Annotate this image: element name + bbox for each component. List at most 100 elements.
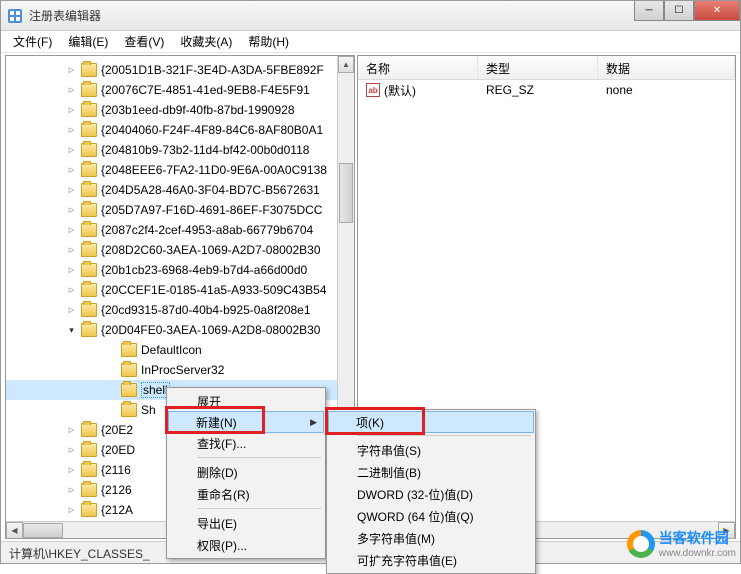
- tree-item[interactable]: DefaultIcon: [6, 340, 354, 360]
- ctx-new-binary[interactable]: 二进制值(B): [329, 461, 533, 483]
- list-header: 名称 类型 数据: [358, 56, 735, 80]
- tree-item[interactable]: InProcServer32: [6, 360, 354, 380]
- window-title: 注册表编辑器: [29, 7, 734, 24]
- list-row[interactable]: ab(默认)REG_SZnone: [358, 80, 735, 100]
- expand-closed-icon[interactable]: [66, 145, 77, 156]
- ctx-new-multistring[interactable]: 多字符串值(M): [329, 527, 533, 549]
- tree-item[interactable]: {20D04FE0-3AEA-1069-A2D8-08002B30: [6, 320, 354, 340]
- menu-favorites[interactable]: 收藏夹(A): [172, 31, 240, 52]
- ctx-export[interactable]: 导出(E): [169, 512, 323, 534]
- tree-label: DefaultIcon: [141, 343, 202, 357]
- hscroll-thumb[interactable]: [23, 523, 63, 538]
- folder-icon: [121, 383, 137, 397]
- tree-item[interactable]: {20404060-F24F-4F89-84C6-8AF80B0A1: [6, 120, 354, 140]
- scroll-up-icon[interactable]: ▲: [338, 56, 354, 73]
- folder-icon: [81, 83, 97, 97]
- tree-item[interactable]: {20b1cb23-6968-4eb9-b7d4-a66d00d0: [6, 260, 354, 280]
- ctx-delete[interactable]: 删除(D): [169, 461, 323, 483]
- expand-closed-icon[interactable]: [66, 425, 77, 436]
- expand-open-icon[interactable]: [66, 325, 77, 336]
- tree-label: {2116: [101, 463, 131, 477]
- folder-icon: [81, 323, 97, 337]
- tree-label: InProcServer32: [141, 363, 224, 377]
- expand-closed-icon[interactable]: [66, 485, 77, 496]
- expand-closed-icon[interactable]: [66, 245, 77, 256]
- ctx-expand[interactable]: 展开: [169, 390, 323, 412]
- folder-icon: [81, 283, 97, 297]
- folder-icon: [81, 243, 97, 257]
- watermark-logo-icon: [627, 530, 655, 558]
- tree-item[interactable]: {2087c2f4-2cef-4953-a8ab-66779b6704: [6, 220, 354, 240]
- ctx-new[interactable]: 新建(N)▶: [168, 411, 324, 433]
- expand-closed-icon[interactable]: [66, 165, 77, 176]
- folder-icon: [81, 483, 97, 497]
- ctx-rename[interactable]: 重命名(R): [169, 483, 323, 505]
- context-menu: 展开 新建(N)▶ 查找(F)... 删除(D) 重命名(R) 导出(E) 权限…: [166, 387, 326, 559]
- ctx-new-expandstring[interactable]: 可扩充字符串值(E): [329, 549, 533, 571]
- close-button[interactable]: ✕: [694, 1, 740, 21]
- ctx-new-key[interactable]: 项(K): [328, 411, 534, 433]
- tree-item[interactable]: {20051D1B-321F-3E4D-A3DA-5FBE892F: [6, 60, 354, 80]
- col-data[interactable]: 数据: [598, 56, 735, 79]
- expand-closed-icon[interactable]: [66, 285, 77, 296]
- watermark: 当客软件园 www.downkr.com: [627, 528, 736, 559]
- value-name: (默认): [384, 82, 416, 99]
- menu-view[interactable]: 查看(V): [116, 31, 172, 52]
- folder-icon: [81, 223, 97, 237]
- tree-label: {2087c2f4-2cef-4953-a8ab-66779b6704: [101, 223, 313, 237]
- expand-closed-icon[interactable]: [66, 125, 77, 136]
- folder-icon: [81, 103, 97, 117]
- expand-closed-icon[interactable]: [66, 185, 77, 196]
- expand-closed-icon[interactable]: [66, 85, 77, 96]
- expand-closed-icon[interactable]: [66, 445, 77, 456]
- tree-label: {20404060-F24F-4F89-84C6-8AF80B0A1: [101, 123, 323, 137]
- expand-closed-icon[interactable]: [66, 225, 77, 236]
- vscroll-thumb[interactable]: [339, 163, 353, 223]
- tree-item[interactable]: {204810b9-73b2-11d4-bf42-00b0d0118: [6, 140, 354, 160]
- tree-label: {20051D1B-321F-3E4D-A3DA-5FBE892F: [101, 63, 324, 77]
- expand-closed-icon[interactable]: [66, 305, 77, 316]
- titlebar: 注册表编辑器 ─ ☐ ✕: [1, 1, 740, 31]
- ctx-find[interactable]: 查找(F)...: [169, 432, 323, 454]
- folder-icon: [81, 203, 97, 217]
- col-type[interactable]: 类型: [478, 56, 598, 79]
- ctx-new-qword[interactable]: QWORD (64 位)值(Q): [329, 505, 533, 527]
- menu-file[interactable]: 文件(F): [5, 31, 60, 52]
- tree-item[interactable]: {20cd9315-87d0-40b4-b925-0a8f208e1: [6, 300, 354, 320]
- maximize-button[interactable]: ☐: [664, 1, 694, 21]
- folder-icon: [81, 163, 97, 177]
- tree-label: {205D7A97-F16D-4691-86EF-F3075DCC: [101, 203, 322, 217]
- col-name[interactable]: 名称: [358, 56, 478, 79]
- scroll-left-icon[interactable]: ◀: [6, 522, 23, 539]
- folder-icon: [81, 443, 97, 457]
- minimize-button[interactable]: ─: [634, 1, 664, 21]
- separator: [357, 435, 531, 436]
- tree-item[interactable]: {203b1eed-db9f-40fb-87bd-1990928: [6, 100, 354, 120]
- expand-closed-icon[interactable]: [66, 465, 77, 476]
- tree-item[interactable]: {2048EEE6-7FA2-11D0-9E6A-00A0C9138: [6, 160, 354, 180]
- tree-item[interactable]: {20076C7E-4851-41ed-9EB8-F4E5F91: [6, 80, 354, 100]
- expand-closed-icon[interactable]: [66, 105, 77, 116]
- expand-closed-icon[interactable]: [66, 65, 77, 76]
- menu-edit[interactable]: 编辑(E): [60, 31, 116, 52]
- expand-closed-icon[interactable]: [66, 505, 77, 516]
- tree-item[interactable]: {20CCEF1E-0185-41a5-A933-509C43B54: [6, 280, 354, 300]
- folder-icon: [81, 63, 97, 77]
- ctx-new-string[interactable]: 字符串值(S): [329, 439, 533, 461]
- tree-label: {20076C7E-4851-41ed-9EB8-F4E5F91: [101, 83, 310, 97]
- ctx-new-dword[interactable]: DWORD (32-位)值(D): [329, 483, 533, 505]
- tree-item[interactable]: {204D5A28-46A0-3F04-BD7C-B5672631: [6, 180, 354, 200]
- folder-icon: [81, 423, 97, 437]
- folder-icon: [81, 123, 97, 137]
- folder-icon: [121, 363, 137, 377]
- expand-closed-icon[interactable]: [66, 205, 77, 216]
- folder-icon: [81, 143, 97, 157]
- tree-label: {204810b9-73b2-11d4-bf42-00b0d0118: [101, 143, 309, 157]
- tree-item[interactable]: {208D2C60-3AEA-1069-A2D7-08002B30: [6, 240, 354, 260]
- folder-icon: [81, 503, 97, 517]
- tree-item[interactable]: {205D7A97-F16D-4691-86EF-F3075DCC: [6, 200, 354, 220]
- ctx-permissions[interactable]: 权限(P)...: [169, 534, 323, 556]
- expand-closed-icon[interactable]: [66, 265, 77, 276]
- tree-label: {2048EEE6-7FA2-11D0-9E6A-00A0C9138: [101, 163, 327, 177]
- menu-help[interactable]: 帮助(H): [240, 31, 297, 52]
